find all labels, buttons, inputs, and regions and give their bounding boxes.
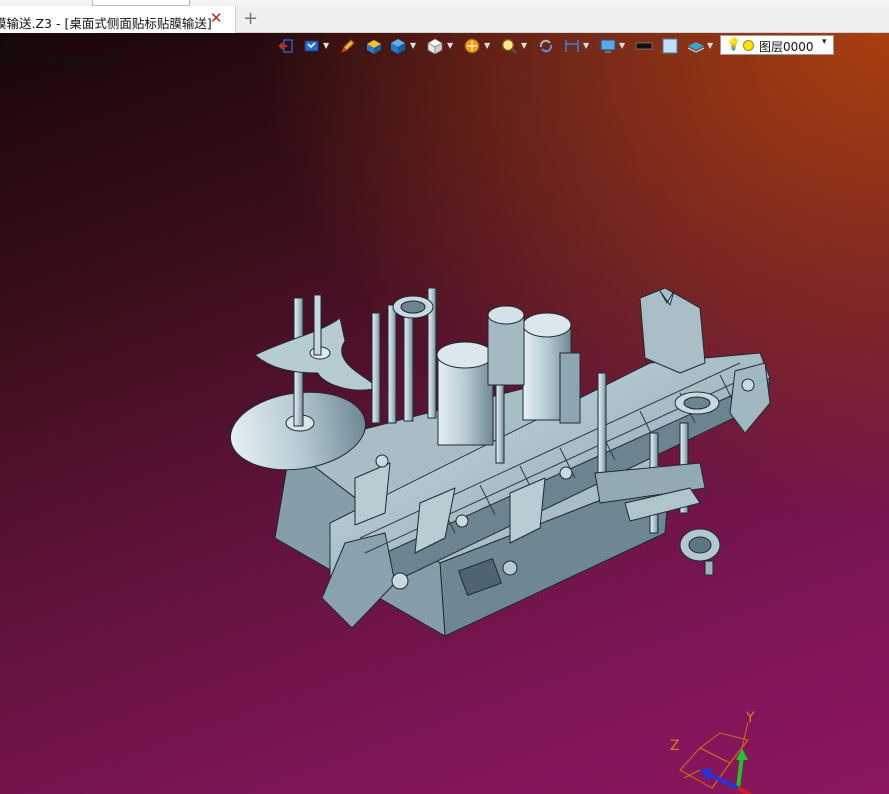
add-tab-button[interactable]: + — [243, 8, 258, 29]
graphics-viewport[interactable]: 选择实体 按住鼠标中键进行提示。 ▼ ▼ ▼ ▼ ▼ ▼ ▼ ▼ 💡 图层000… — [0, 33, 889, 794]
tab-document[interactable]: 膜输送.Z3 - [桌面式侧面贴标贴膜输送] ✕ — [0, 6, 236, 33]
labeling-machine-model[interactable] — [0, 33, 889, 794]
axis-y-label: Y — [746, 710, 755, 726]
axis-triad: Y Z — [660, 708, 770, 794]
close-icon[interactable]: ✕ — [210, 9, 223, 27]
document-tab-bar: 膜输送.Z3 - [桌面式侧面贴标贴膜输送] ✕ + — [0, 6, 889, 33]
axis-z-label: Z — [670, 738, 680, 754]
tab-title: 膜输送.Z3 - [桌面式侧面贴标贴膜输送] — [0, 16, 212, 31]
